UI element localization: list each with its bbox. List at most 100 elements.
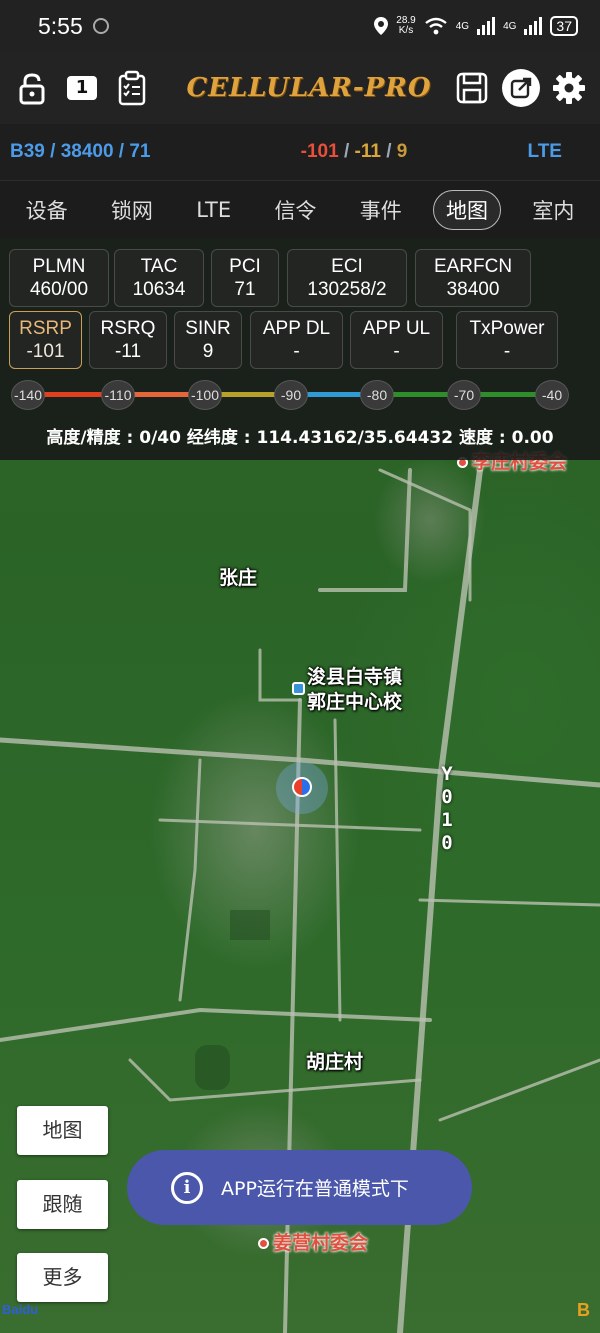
status-time: 5:55 [38, 12, 83, 39]
param-earfcn: EARFCN 38400 [415, 249, 531, 307]
scale-segment [390, 392, 451, 397]
signal-summary: -101 / -11 / 9 [300, 141, 408, 162]
scale-tick: -70 [447, 380, 481, 410]
param-value: 9 [202, 341, 214, 362]
param-app-ul: APP UL - [350, 311, 443, 369]
network-type-1: 4G [455, 20, 470, 32]
corner-badge: B [577, 1300, 590, 1320]
map-button[interactable]: 地图 [17, 1106, 108, 1155]
scale-tick: -100 [188, 380, 222, 410]
export-button[interactable] [502, 69, 540, 107]
rsrp-scale: -140 -110 -100 -90 -80 -70 -40 [0, 380, 600, 410]
sim-slot-badge: 1 [67, 76, 97, 100]
param-label: APP DL [262, 318, 331, 339]
scale-segment [131, 392, 192, 397]
param-label: RSRQ [100, 318, 156, 339]
status-right: 28.9 K/s 4G 4G 37 [374, 16, 578, 36]
param-eci: ECI 130258/2 [287, 249, 407, 307]
tab-bar: 设备 锁网 LTE 信令 事件 地图 室内 [0, 180, 600, 238]
tab-1[interactable]: 锁网 [99, 191, 165, 229]
param-value: 130258/2 [307, 279, 387, 300]
param-value: 38400 [446, 279, 500, 300]
tab-5[interactable]: 地图 [433, 189, 502, 230]
scale-tick: -80 [360, 380, 394, 410]
cell-info-bar: B39 / 38400 / 71 -101 / -11 / 9 LTE [0, 124, 600, 180]
tab-0[interactable]: 设备 [14, 191, 80, 229]
map-label-zhangzhuang: 张庄 [219, 567, 258, 589]
map-label-huzhuang: 胡庄村 [306, 1051, 364, 1073]
scale-tick: -110 [101, 380, 135, 410]
param-label: SINR [185, 318, 231, 339]
location-pin-icon [374, 17, 389, 35]
param-txpower: TxPower - [456, 311, 558, 369]
signal-bars-icon [524, 17, 543, 35]
tab-6[interactable]: 室内 [520, 191, 586, 229]
mode-toast: i APP运行在普通模式下 [127, 1150, 472, 1225]
road-label-y010: Y 0 1 0 [436, 763, 458, 855]
map-label-jiangying[interactable]: 姜营村委会 [258, 1231, 368, 1255]
param-value: - [503, 341, 511, 362]
clipboard-button[interactable] [114, 70, 150, 106]
param-app-dl: APP DL - [250, 311, 343, 369]
wifi-icon [424, 17, 447, 35]
toast-text: APP运行在普通模式下 [221, 1178, 409, 1200]
param-label: EARFCN [433, 256, 513, 277]
school-icon[interactable] [292, 682, 305, 695]
param-tac: TAC 10634 [114, 249, 204, 307]
scale-tick: -90 [274, 380, 308, 410]
follow-button[interactable]: 跟随 [17, 1180, 108, 1229]
tab-4[interactable]: 事件 [348, 191, 414, 229]
tab-3[interactable]: 信令 [262, 191, 328, 229]
gear-icon[interactable] [552, 71, 586, 105]
info-icon: i [171, 1171, 203, 1204]
param-value: - [293, 341, 300, 362]
scale-segment [218, 392, 278, 397]
scale-tick: -140 [11, 380, 45, 410]
lock-button[interactable] [14, 70, 50, 106]
param-label: PCI [229, 256, 261, 277]
net-speed: 28.9 K/s [396, 15, 416, 36]
app-logo: CELLULAR-PRO [186, 73, 432, 103]
param-label: RSRP [19, 318, 72, 339]
param-pci: PCI 71 [211, 249, 279, 307]
road-label-text: Y 0 1 0 [441, 763, 453, 854]
param-plmn: PLMN 460/00 [9, 249, 109, 307]
scale-segment [304, 392, 364, 397]
map-label-school-line2: 郭庄中心校 [307, 691, 403, 713]
param-value: 10634 [132, 279, 186, 300]
param-value: - [393, 341, 400, 362]
param-sinr: SINR 9 [174, 311, 242, 369]
poi-marker-icon [258, 1238, 269, 1249]
more-button[interactable]: 更多 [17, 1253, 108, 1302]
tab-2[interactable]: LTE [184, 194, 243, 226]
app-toolbar: 1 CELLULAR-PRO [0, 52, 600, 124]
scale-tick: -40 [535, 380, 569, 410]
param-rsrq: RSRQ -11 [89, 311, 167, 369]
current-location-icon [292, 777, 312, 797]
param-value: -101 [26, 341, 65, 362]
battery-indicator: 37 [550, 16, 578, 36]
param-value: -11 [114, 341, 142, 362]
save-icon[interactable] [454, 70, 490, 106]
param-rsrp: RSRP -101 [9, 311, 82, 369]
status-bar: 5:55 28.9 K/s 4G 4G 37 [0, 0, 600, 52]
toolbar-actions [454, 69, 586, 107]
band-info: B39 / 38400 / 71 [10, 141, 151, 162]
param-value: 71 [234, 279, 256, 300]
scale-segment [41, 392, 105, 397]
clipboard-icon [118, 70, 146, 106]
param-label: PLMN [32, 256, 86, 277]
scale-segment [477, 392, 539, 397]
param-value: 460/00 [29, 279, 89, 300]
baidu-logo: Baidu [2, 1302, 39, 1317]
notification-icon [92, 18, 109, 34]
param-label: APP UL [362, 318, 431, 339]
network-type-2: 4G [503, 20, 517, 32]
position-readout: 高度/精度 : 0/40 经纬度 : 114.43162/35.64432 速度… [46, 428, 554, 448]
sim-slot-button[interactable]: 1 [64, 70, 100, 106]
lock-icon [19, 73, 45, 105]
parameter-panel: -140 -110 -100 -90 -80 -70 -40 高度/精度 : 0/40 经纬… [0, 238, 600, 460]
param-label: TAC [140, 256, 178, 277]
map-label-school-line1: 浚县白寺镇 [307, 666, 403, 688]
technology-label: LTE [527, 141, 562, 162]
